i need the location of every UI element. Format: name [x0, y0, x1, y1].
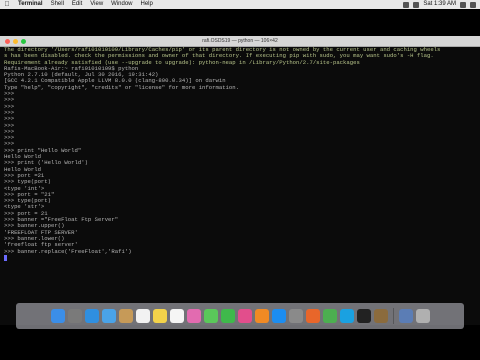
notification-center-icon[interactable] [470, 1, 476, 8]
status-area: Sat 1:39 AM [403, 0, 480, 9]
itunes-icon[interactable] [237, 309, 252, 323]
menu-app-name[interactable]: Terminal [14, 0, 47, 9]
apple-menu-icon[interactable]:  [0, 0, 14, 9]
terminal-icon[interactable] [356, 309, 371, 323]
reminders-icon[interactable] [169, 309, 184, 323]
safari-icon[interactable] [84, 309, 99, 323]
skype-icon[interactable] [339, 309, 354, 323]
wifi-icon[interactable] [403, 1, 410, 8]
preferences-icon[interactable] [288, 309, 303, 323]
menu-item-help[interactable]: Help [137, 0, 157, 9]
firefox-icon[interactable] [305, 309, 320, 323]
ibooks-icon[interactable] [254, 309, 269, 323]
search-icon[interactable] [460, 1, 466, 8]
clock[interactable]: Sat 1:39 AM [423, 0, 456, 9]
notes-icon[interactable] [152, 309, 167, 323]
battery-icon[interactable] [413, 1, 420, 8]
appstore-icon[interactable] [271, 309, 286, 323]
menu-item-shell[interactable]: Shell [47, 0, 68, 9]
launchpad-icon[interactable] [67, 309, 82, 323]
letterbox-bottom [0, 330, 480, 360]
downloads-icon[interactable] [398, 309, 413, 323]
menu-item-window[interactable]: Window [107, 0, 136, 9]
trash-icon[interactable] [415, 309, 430, 323]
menu-item-view[interactable]: View [86, 0, 107, 9]
calendar-icon[interactable] [135, 309, 150, 323]
facetime-icon[interactable] [220, 309, 235, 323]
dock [16, 303, 464, 329]
chrome-icon[interactable] [322, 309, 337, 323]
terminal-prompt-line [0, 255, 480, 262]
finder-icon[interactable] [50, 309, 65, 323]
terminal-output[interactable]: The directory '/Users/rafi01010109/Libra… [0, 47, 480, 325]
mail-icon[interactable] [101, 309, 116, 323]
preview-icon[interactable] [373, 309, 388, 323]
text-cursor [4, 255, 7, 262]
dock-separator [392, 308, 394, 324]
menu-item-edit[interactable]: Edit [68, 0, 86, 9]
terminal-titlebar[interactable]: rafi.OSDS19 — python — 106×42 [0, 36, 480, 47]
photos-icon[interactable] [186, 309, 201, 323]
window-title: rafi.OSDS19 — python — 106×42 [202, 38, 278, 44]
messages-icon[interactable] [203, 309, 218, 323]
contacts-icon[interactable] [118, 309, 133, 323]
menu-bar:  Terminal Shell Edit View Window Help S… [0, 0, 480, 9]
